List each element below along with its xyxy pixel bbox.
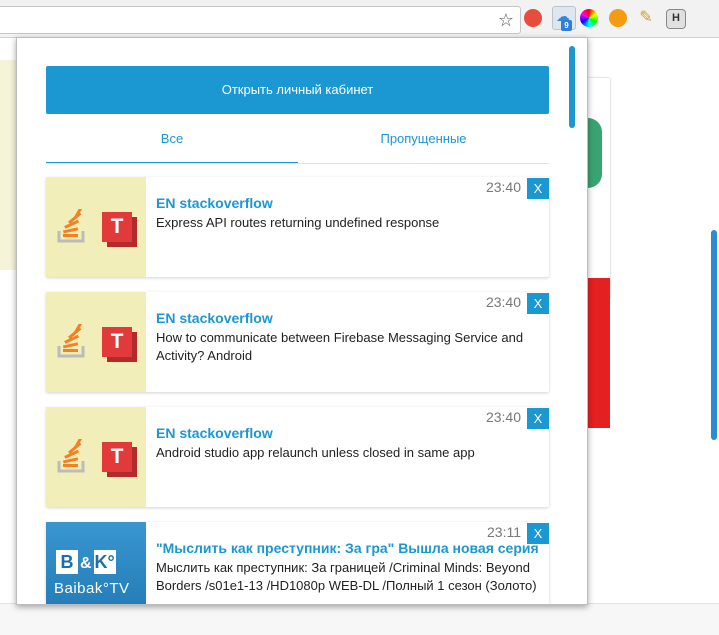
notification-body: Android studio app relaunch unless close…: [156, 445, 475, 460]
baibak-tv-text: Baibak°TV: [54, 580, 130, 597]
baibak-amp: &: [80, 555, 92, 572]
stackoverflow-thumbnail: T: [46, 177, 146, 277]
notification-time: 23:40: [485, 179, 521, 195]
background-card: [0, 60, 17, 270]
stackoverflow-thumbnail: T: [46, 292, 146, 392]
notification-title[interactable]: EN stackoverflow: [156, 310, 273, 326]
notification-card[interactable]: B & K° Baibak°TV 23:11 X "Мыслить как прес…: [46, 522, 549, 604]
notification-title[interactable]: EN stackoverflow: [156, 425, 273, 441]
notification-body: How to communicate between Firebase Mess…: [156, 330, 524, 363]
tab-bar: Все Пропущенные: [46, 124, 549, 164]
tab-all[interactable]: Все: [46, 124, 298, 164]
t-logo-icon: T: [102, 327, 132, 357]
close-button[interactable]: X: [527, 178, 549, 199]
notification-time: 23:11: [487, 524, 521, 540]
stop-icon[interactable]: [524, 9, 542, 27]
notification-card[interactable]: T 23:40 X EN stackoverflow Express API r…: [46, 177, 549, 277]
close-button[interactable]: X: [527, 408, 549, 429]
notification-time: 23:40: [485, 294, 521, 310]
notification-title[interactable]: EN stackoverflow: [156, 195, 273, 211]
baibak-tv-logo: B & K° Baibak°TV: [46, 522, 146, 604]
notification-title[interactable]: "Мыслить как преступник: За гра" Вышла н…: [156, 540, 539, 556]
stackoverflow-thumbnail: T: [46, 407, 146, 507]
notification-body: Мыслить как преступник: За границей /Cri…: [156, 560, 537, 593]
baibak-tile-k: K°: [93, 550, 116, 574]
popup-scrollbar[interactable]: [569, 46, 575, 128]
page-scrollbar[interactable]: [711, 230, 717, 440]
address-bar[interactable]: ☆: [0, 6, 521, 34]
t-logo-icon: T: [102, 212, 132, 242]
baibak-tile-b: B: [56, 550, 78, 574]
notification-card[interactable]: T 23:40 X EN stackoverflow How to commun…: [46, 292, 549, 392]
background-red-block: [588, 278, 610, 428]
lifebuoy-icon[interactable]: [609, 9, 627, 27]
h-icon[interactable]: H: [666, 9, 686, 29]
stackoverflow-icon: [57, 439, 85, 473]
color-wheel-icon[interactable]: [580, 9, 598, 27]
stackoverflow-icon: [57, 209, 85, 243]
notification-card[interactable]: T 23:40 X EN stackoverflow Android studi…: [46, 407, 549, 507]
bookmark-star-icon[interactable]: ☆: [498, 9, 514, 31]
open-cabinet-button[interactable]: Открыть личный кабинет: [46, 66, 549, 114]
notification-list: T 23:40 X EN stackoverflow Express API r…: [46, 177, 551, 604]
close-button[interactable]: X: [527, 293, 549, 314]
background-bottom-bar: [0, 603, 719, 635]
background-green-shape: [588, 118, 602, 188]
t-logo-icon: T: [102, 442, 132, 472]
extension-popup: Открыть личный кабинет Все Пропущенные T…: [16, 37, 588, 605]
baibak-thumbnail: B & K° Baibak°TV: [46, 522, 146, 604]
tab-missed[interactable]: Пропущенные: [298, 124, 549, 162]
stackoverflow-icon: [57, 324, 85, 358]
browser-toolbar: ☆ ☁ 9 ✎ H: [0, 0, 719, 38]
notification-time: 23:40: [485, 409, 521, 425]
notification-count-badge: 9: [561, 20, 572, 31]
tab-divider: [46, 163, 549, 164]
notification-body: Express API routes returning undefined r…: [156, 215, 440, 230]
broom-icon[interactable]: ✎: [637, 9, 655, 27]
